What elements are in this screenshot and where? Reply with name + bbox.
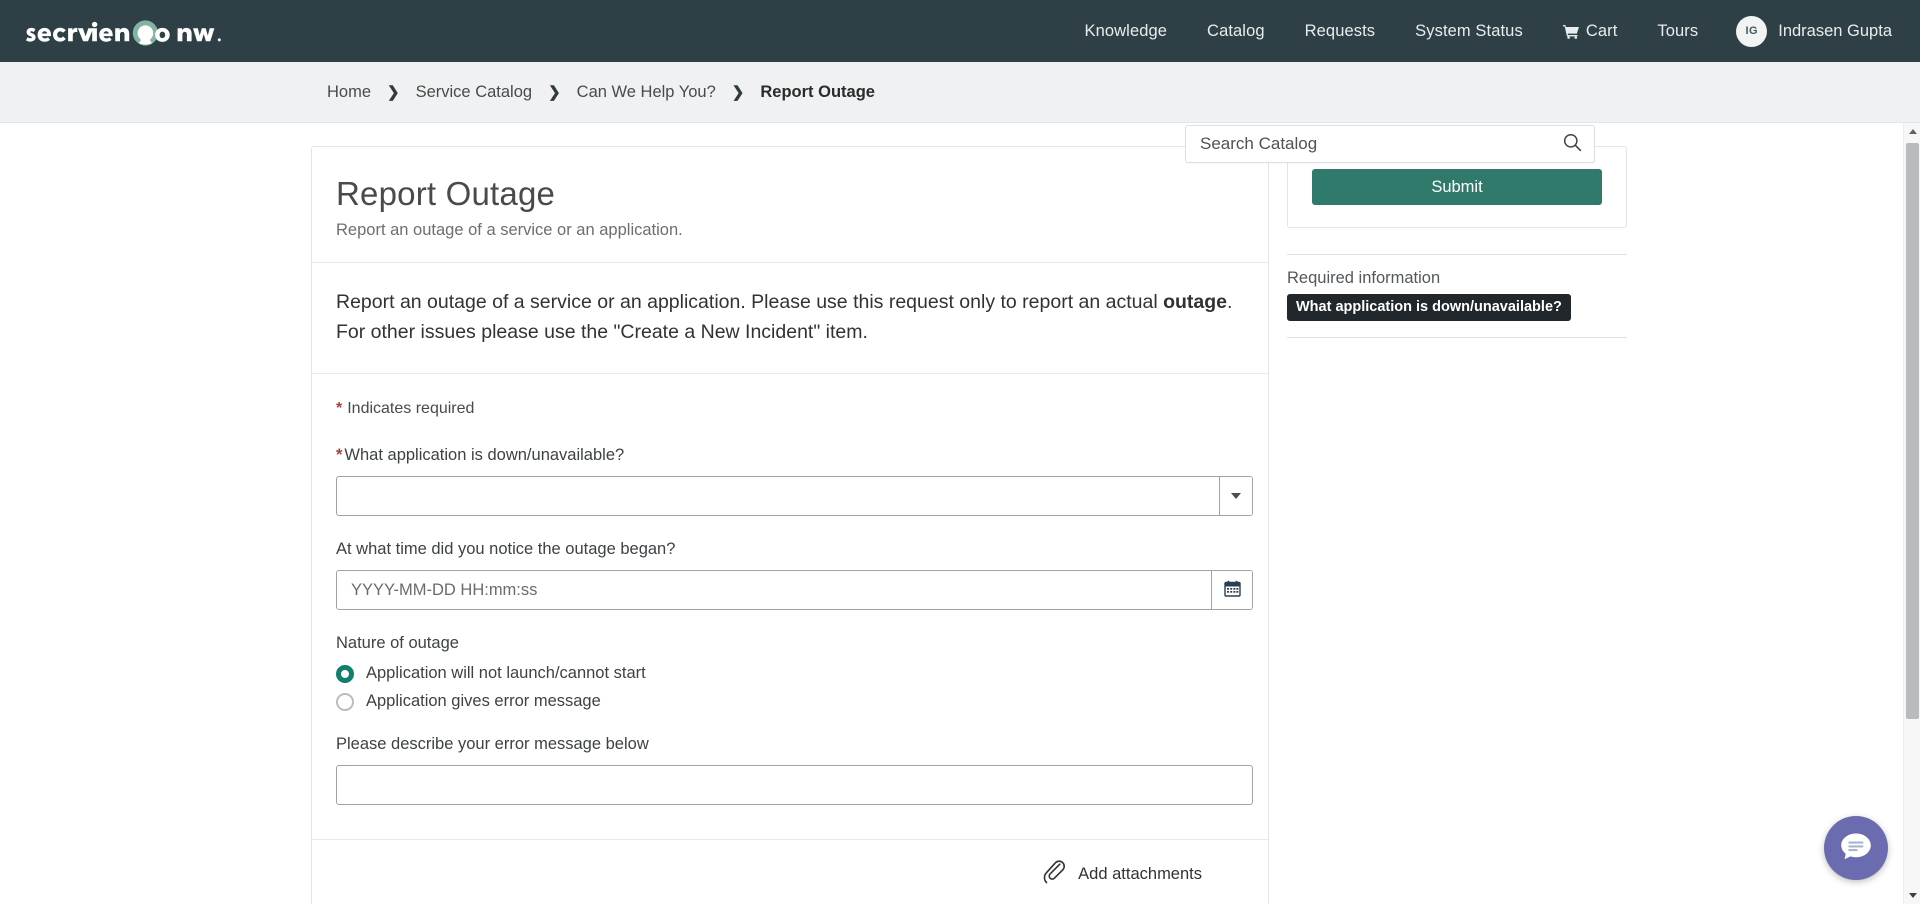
field-application-label: * What application is down/unavailable? [336,446,1244,465]
field-nature-of-outage: Nature of outage Application will not la… [336,634,1244,711]
error-message-input[interactable] [336,765,1253,806]
required-information-section: Required information What application is… [1287,254,1627,338]
breadcrumb-item-home[interactable]: Home [327,83,371,102]
search-icon [1563,133,1582,155]
top-nav-links: Knowledge Catalog Requests System Status… [1065,0,1899,62]
item-description-emphasis: outage [1163,291,1228,313]
required-legend: * Indicates required [336,400,1244,418]
scrollbar-thumb[interactable] [1906,143,1919,719]
breadcrumb-bar: Home ❯ Service Catalog ❯ Can We Help You… [0,62,1920,163]
radio-option-will-not-launch[interactable]: Application will not launch/cannot start [336,664,1244,683]
open-chat-button[interactable] [1824,816,1888,880]
search-button[interactable] [1550,126,1594,162]
field-application-label-text: What application is down/unavailable? [344,446,625,465]
outage-time-input[interactable] [337,571,1211,610]
chevron-down-icon [1231,493,1241,500]
nav-item-cart-label: Cart [1585,21,1618,40]
required-field-badge[interactable]: What application is down/unavailable? [1287,294,1571,321]
item-short-description: Report an outage of a service or an appl… [336,221,683,239]
submit-button[interactable]: Submit [1312,169,1602,205]
avatar: IG [1736,15,1768,47]
chat-bubble-icon [1838,830,1874,867]
breadcrumb-item-report-outage: Report Outage [760,82,875,101]
field-error-message: Please describe your error message below [336,735,1253,806]
add-attachments-label: Add attachments [1078,864,1202,883]
nav-item-tours[interactable]: Tours [1637,0,1718,62]
search-input[interactable] [1186,134,1550,154]
radio-option-error-message[interactable]: Application gives error message [336,692,1244,711]
form-fields: * Indicates required * What application is… [312,374,1268,839]
breadcrumb: Home ❯ Service Catalog ❯ Can We Help You… [327,83,875,102]
nav-item-requests[interactable]: Requests [1285,0,1396,62]
radio-option-label: Application gives error message [366,692,601,711]
breadcrumb-separator-icon: ❯ [548,84,561,101]
item-description: Report an outage of a service or an appl… [312,263,1268,375]
application-input-group [336,476,1253,517]
nav-item-catalog[interactable]: Catalog [1187,0,1285,62]
paperclip-icon [1041,859,1066,889]
form-header: Report Outage Report an outage of a serv… [312,147,1268,263]
breadcrumb-item-service-catalog[interactable]: Service Catalog [416,83,532,102]
user-name-label: Indrasen Gupta [1778,21,1892,40]
triangle-up-icon [1908,129,1917,134]
servicenow-logo[interactable] [26,0,222,62]
field-application: * What application is down/unavailable? [336,446,1253,517]
nature-radio-group: Application will not launch/cannot start… [336,664,1244,711]
breadcrumb-item-can-we-help-you[interactable]: Can We Help You? [577,83,716,102]
page-body: Report Outage Report an outage of a serv… [0,123,1920,904]
form-footer: Add attachments [312,839,1268,904]
triangle-down-icon [1908,893,1917,898]
scroll-down-button[interactable] [1904,887,1920,904]
catalog-item-form: Report Outage Report an outage of a serv… [311,146,1269,904]
required-asterisk: * [336,446,343,465]
page-scrollbar[interactable] [1903,123,1920,904]
radio-button-icon[interactable] [336,692,354,711]
required-asterisk: * [336,400,343,418]
radio-button-selected-icon[interactable] [336,664,354,683]
nav-item-cart[interactable]: Cart [1543,22,1638,41]
user-menu[interactable]: IG Indrasen Gupta [1718,15,1898,47]
search-catalog-box [1185,125,1595,163]
breadcrumb-separator-icon: ❯ [731,84,745,101]
field-nature-of-outage-label: Nature of outage [336,634,459,653]
top-navigation-bar: Knowledge Catalog Requests System Status… [0,0,1920,62]
required-legend-label: Indicates required [347,400,475,418]
field-outage-time-label: At what time did you notice the outage b… [336,540,676,559]
application-input[interactable] [337,477,1219,516]
page-title: Report Outage [336,175,556,212]
outage-time-input-group [336,570,1253,611]
item-description-part1: Report an outage of a service or an appl… [336,291,1164,313]
breadcrumb-separator-icon: ❯ [387,84,400,101]
add-attachments-button[interactable]: Add attachments [1041,859,1244,889]
field-outage-time: At what time did you notice the outage b… [336,540,1253,611]
form-sidebar: Submit Required information What applica… [1287,146,1627,338]
scroll-up-button[interactable] [1904,123,1920,140]
application-dropdown-button[interactable] [1219,477,1252,516]
required-information-title: Required information [1287,269,1441,287]
nav-item-knowledge[interactable]: Knowledge [1065,0,1188,62]
calendar-picker-button[interactable] [1211,571,1252,610]
radio-option-label: Application will not launch/cannot start [366,664,646,683]
nav-item-system-status[interactable]: System Status [1395,0,1543,62]
cart-icon [1562,24,1580,39]
field-error-message-label: Please describe your error message below [336,735,649,754]
calendar-icon [1223,580,1241,600]
